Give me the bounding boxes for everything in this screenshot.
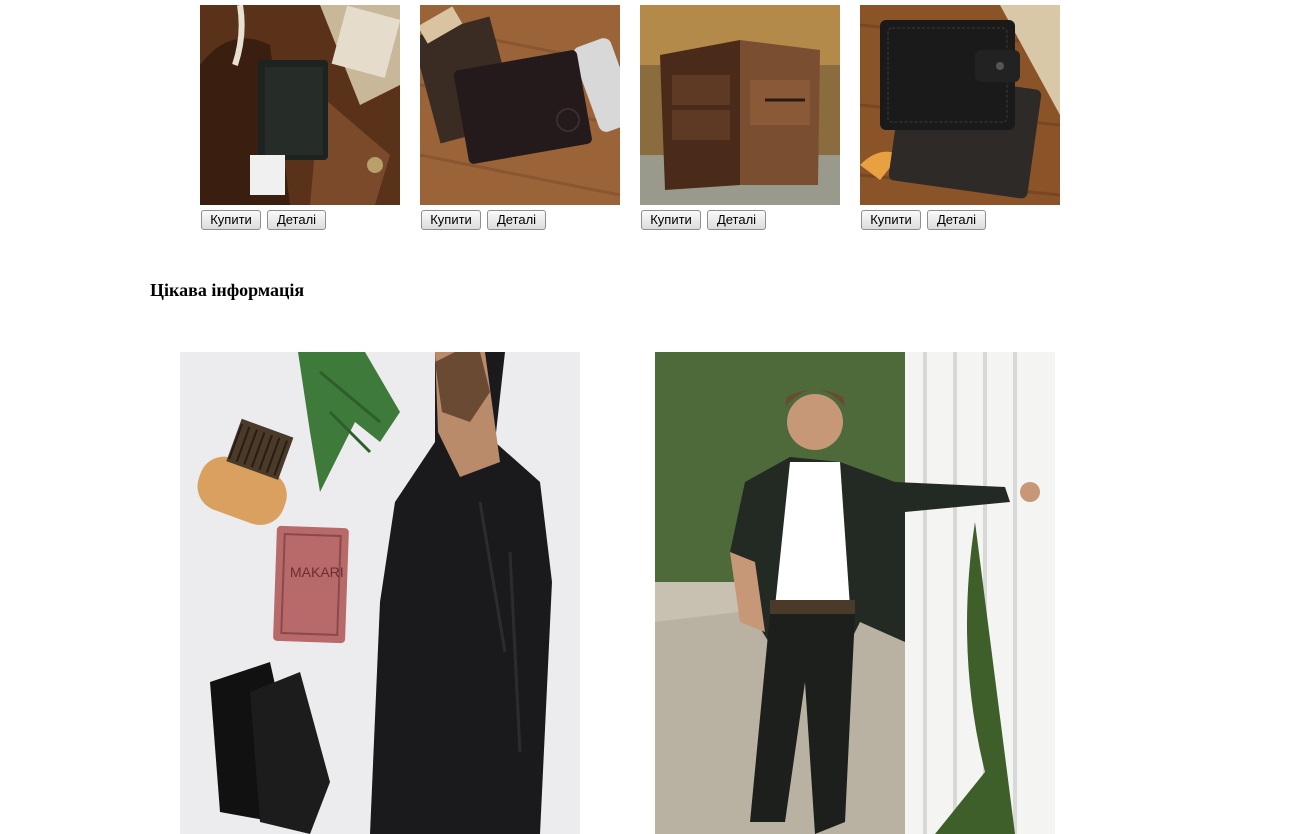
details-button[interactable]: Деталі xyxy=(487,210,546,230)
details-button[interactable]: Деталі xyxy=(707,210,766,230)
man-in-suit-photo xyxy=(655,352,1055,834)
buy-button[interactable]: Купити xyxy=(861,210,921,230)
product-actions: Купити Деталі xyxy=(860,210,1060,230)
wallet-image[interactable] xyxy=(200,5,400,205)
buy-button[interactable]: Купити xyxy=(421,210,481,230)
soap-logo: MAKARI xyxy=(290,564,344,580)
product-card: Купити Деталі xyxy=(420,5,620,230)
buy-button[interactable]: Купити xyxy=(641,210,701,230)
grooming-flatlay-photo: MAKARI xyxy=(180,352,580,834)
buy-button[interactable]: Купити xyxy=(201,210,261,230)
product-card: Купити Деталі xyxy=(860,5,1060,230)
details-button[interactable]: Деталі xyxy=(267,210,326,230)
product-card: Купити Деталі xyxy=(640,5,840,230)
details-button[interactable]: Деталі xyxy=(927,210,986,230)
product-actions: Купити Деталі xyxy=(200,210,400,230)
wallet-image[interactable] xyxy=(860,5,1060,205)
product-actions: Купити Деталі xyxy=(420,210,620,230)
section-title: Цікава інформація xyxy=(150,280,305,300)
product-card: Купити Деталі xyxy=(200,5,400,230)
wallet-image[interactable] xyxy=(420,5,620,205)
product-actions: Купити Деталі xyxy=(640,210,840,230)
wallet-image[interactable] xyxy=(640,5,840,205)
